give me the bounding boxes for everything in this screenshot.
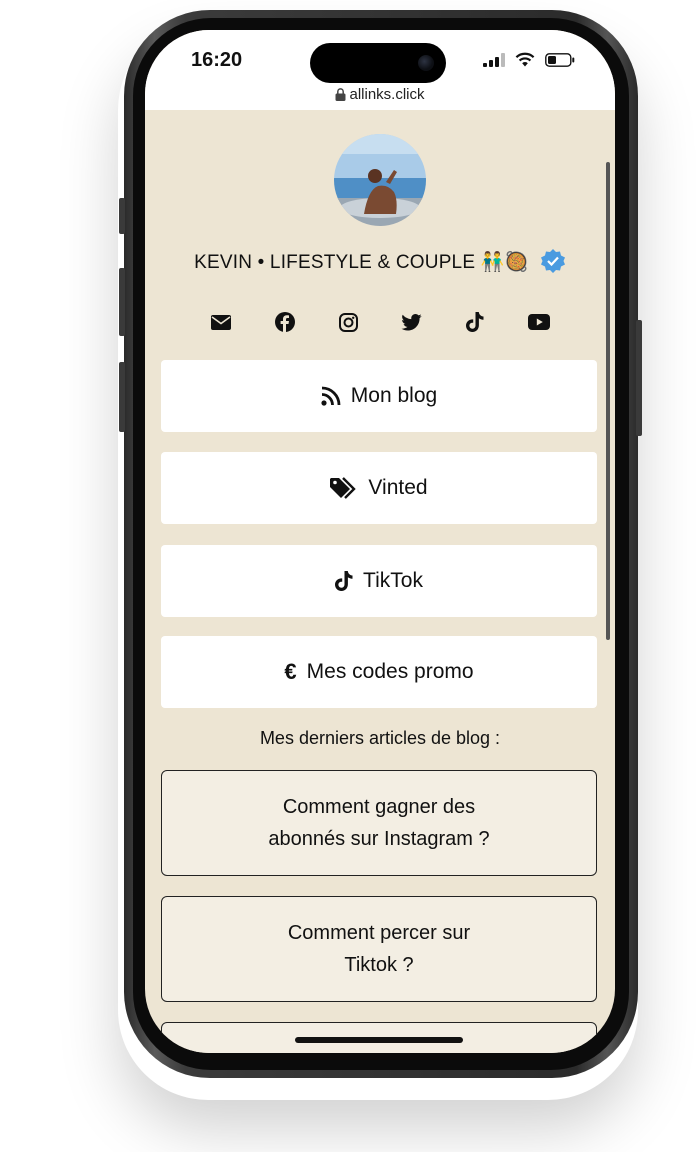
power-button	[636, 320, 642, 436]
article-title-line: Comment gagner des	[282, 796, 476, 818]
twitter-icon[interactable]	[396, 306, 428, 338]
scrollbar[interactable]	[606, 162, 610, 640]
articles-section-title: Mes derniers articles de blog :	[259, 728, 501, 748]
tiktok-icon[interactable]	[459, 306, 491, 338]
home-indicator[interactable]	[295, 1037, 463, 1043]
battery-icon	[545, 52, 575, 67]
article-card[interactable]: Comment gagner des abonnés sur Instagram…	[161, 770, 597, 876]
mail-icon[interactable]	[205, 306, 237, 338]
verified-badge-icon	[540, 249, 565, 273]
article-title-line: abonnés sur Instagram ?	[268, 828, 490, 850]
volume-down-button	[119, 362, 125, 432]
action-button	[119, 198, 125, 234]
link-tiktok-button[interactable]: TikTok	[161, 545, 597, 617]
link-label: TikTok	[363, 569, 423, 592]
link-label: Mon blog	[350, 384, 438, 407]
rss-icon	[321, 386, 341, 406]
cellular-signal-icon	[483, 52, 505, 67]
phone-screen: 16:20 allinks.click KEVIN • LIFESTYLE & …	[145, 30, 615, 1053]
instagram-icon[interactable]	[332, 306, 364, 338]
link-label: Mes codes promo	[306, 660, 474, 683]
volume-up-button	[119, 268, 125, 336]
article-title-line: Comment percer sur	[287, 922, 471, 944]
tags-icon	[330, 477, 357, 499]
article-title-line: Tiktok ?	[344, 954, 414, 976]
wifi-icon	[515, 52, 535, 67]
profile-avatar	[334, 134, 426, 226]
status-icons	[483, 52, 575, 67]
article-title: Comment gagner des abonnés sur Instagram…	[244, 791, 514, 855]
url-text: allinks.click	[349, 86, 425, 103]
article-title: Comment percer sur Tiktok ?	[244, 917, 514, 981]
social-icons-row	[205, 306, 555, 338]
profile-name-text: KEVIN • LIFESTYLE & COUPLE 👬🥘	[194, 252, 529, 273]
browser-url-bar[interactable]: allinks.click	[145, 86, 615, 103]
euro-icon: €	[284, 659, 297, 684]
facebook-icon[interactable]	[269, 306, 301, 338]
link-label: Vinted	[368, 476, 428, 499]
dynamic-island	[310, 43, 446, 83]
lock-icon	[335, 88, 346, 101]
status-bar: 16:20 allinks.click	[145, 30, 615, 110]
camera-icon	[418, 55, 434, 71]
profile-name: KEVIN • LIFESTYLE & COUPLE 👬🥘	[145, 248, 615, 274]
link-vinted-button[interactable]: Vinted	[161, 452, 597, 524]
page-content: KEVIN • LIFESTYLE & COUPLE 👬🥘 Mon blog V…	[145, 110, 615, 1053]
article-card[interactable]: Comment percer sur Tiktok ?	[161, 896, 597, 1002]
link-codes-promo-button[interactable]: € Mes codes promo	[161, 636, 597, 708]
tiktok-icon	[335, 571, 353, 591]
link-mon-blog-button[interactable]: Mon blog	[161, 360, 597, 432]
status-time: 16:20	[191, 49, 243, 71]
youtube-icon[interactable]	[523, 306, 555, 338]
